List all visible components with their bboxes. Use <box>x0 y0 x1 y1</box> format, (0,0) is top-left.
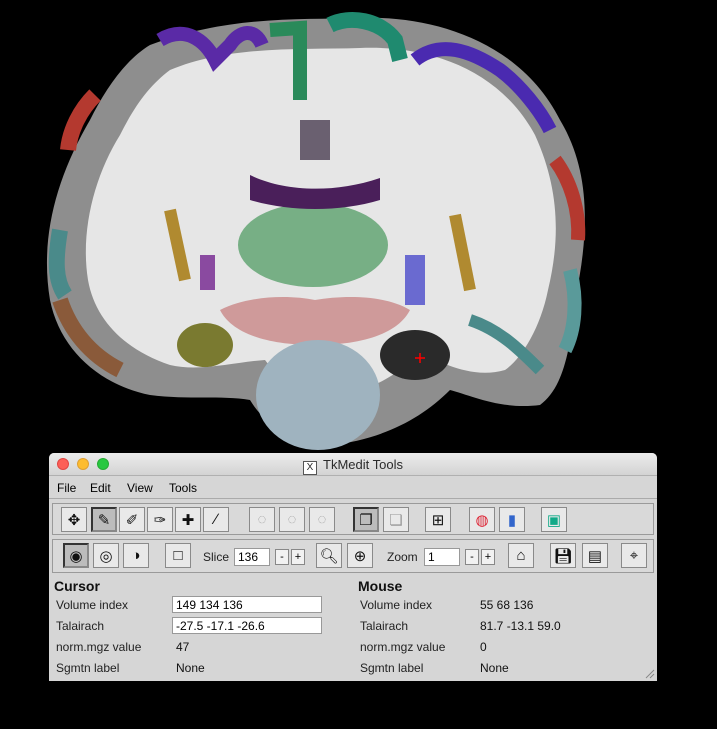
menu-file[interactable]: File <box>57 481 76 495</box>
slice-label: Slice <box>203 550 230 564</box>
tkmedit-tools-window: X TkMedit Tools File Edit View Tools ✥ ✎ … <box>49 453 657 681</box>
save-volume-icon[interactable]: 💾︎ <box>550 543 576 568</box>
mouse-talairach-value: 81.7 -13.1 59.0 <box>480 619 561 633</box>
cursor-norm-value-label: norm.mgz value <box>56 640 142 654</box>
cursor-norm-value: 47 <box>176 640 190 654</box>
x11-icon: X <box>303 461 318 475</box>
cursor-sgmtn-label: Sgmtn label <box>56 661 120 675</box>
menu-tools[interactable]: Tools <box>169 481 197 495</box>
sagittal-view-icon[interactable]: ◉ <box>63 543 89 568</box>
zoom-in-icon[interactable]: ⊕ <box>347 543 373 568</box>
mouse-sgmtn-value: None <box>480 661 509 675</box>
main-view-icon[interactable]: ❐ <box>353 507 379 532</box>
surface-color-icon[interactable]: ◍ <box>469 507 495 532</box>
zoom-decrement-button[interactable]: - <box>465 549 479 565</box>
mouse-heading: Mouse <box>358 578 403 594</box>
menu-edit[interactable]: Edit <box>90 481 111 495</box>
cursor-talairach-input[interactable]: -27.5 -17.1 -26.6 <box>172 617 322 634</box>
display-mode-icon[interactable]: □ <box>165 543 191 568</box>
navigate-tool-icon[interactable]: ✥ <box>61 507 87 532</box>
menu-view[interactable]: View <box>127 481 153 495</box>
ctrl-pt-tool-icon[interactable]: ✚ <box>175 507 201 532</box>
cursor-heading: Cursor <box>54 578 100 594</box>
slice-increment-button[interactable]: + <box>291 549 305 565</box>
title-bar: X TkMedit Tools <box>49 453 657 476</box>
zoom-input[interactable]: 1 <box>424 548 460 566</box>
mouse-norm-value: 0 <box>480 640 487 654</box>
line-tool-icon[interactable]: ∕ <box>203 507 229 532</box>
mouse-volume-index-value: 55 68 136 <box>480 598 534 612</box>
aux-view-icon[interactable]: ❏ <box>383 507 409 532</box>
coronal-view-icon[interactable]: ◎ <box>93 543 119 568</box>
recon-edit-tool-icon[interactable]: ✐ <box>119 507 145 532</box>
brush-3-icon[interactable]: ◌ <box>309 507 335 532</box>
view-toolbar: ◉ ◎ ◑ □ Slice 136 - + 🔍︎ ⊕ Zoom 1 - + ⌂ … <box>52 539 654 573</box>
resize-grip-icon[interactable] <box>643 667 655 679</box>
color-scale-icon[interactable]: ▮ <box>499 507 525 532</box>
reset-view-icon[interactable]: ⌖ <box>621 543 647 568</box>
layout-1x1-icon[interactable]: ⊞ <box>425 507 451 532</box>
mouse-norm-value-label: norm.mgz value <box>360 640 446 654</box>
cursor-volume-index-input[interactable]: 149 134 136 <box>172 596 322 613</box>
slice-decrement-button[interactable]: - <box>275 549 289 565</box>
zoom-increment-button[interactable]: + <box>481 549 495 565</box>
roi-edit-tool-icon[interactable]: ✑ <box>147 507 173 532</box>
menu-bar: File Edit View Tools <box>49 476 657 499</box>
cursor-volume-index-label: Volume index <box>56 598 129 612</box>
brush-1-icon[interactable]: ◌ <box>249 507 275 532</box>
voxel-edit-tool-icon[interactable]: ✎ <box>91 507 117 532</box>
window-title: X TkMedit Tools <box>49 457 657 475</box>
zoom-label: Zoom <box>387 550 418 564</box>
cursor-sgmtn-value: None <box>176 661 205 675</box>
mouse-sgmtn-label: Sgmtn label <box>360 661 424 675</box>
brush-2-icon[interactable]: ◌ <box>279 507 305 532</box>
mouse-talairach-label: Talairach <box>360 619 409 633</box>
tool-toolbar: ✥ ✎ ✐ ✑ ✚ ∕ ◌ ◌ ◌ ❐ ❏ ⊞ ◍ ▮ ▣ <box>52 503 654 535</box>
home-icon[interactable]: ⌂ <box>508 543 534 568</box>
cursor-talairach-label: Talairach <box>56 619 105 633</box>
horizontal-view-icon[interactable]: ◑ <box>123 543 149 568</box>
zoom-out-icon[interactable]: 🔍︎ <box>316 543 342 568</box>
save-rgb-icon[interactable]: ▣ <box>541 507 567 532</box>
slice-input[interactable]: 136 <box>234 548 270 566</box>
load-volume-icon[interactable]: ▤ <box>582 543 608 568</box>
mouse-volume-index-label: Volume index <box>360 598 433 612</box>
